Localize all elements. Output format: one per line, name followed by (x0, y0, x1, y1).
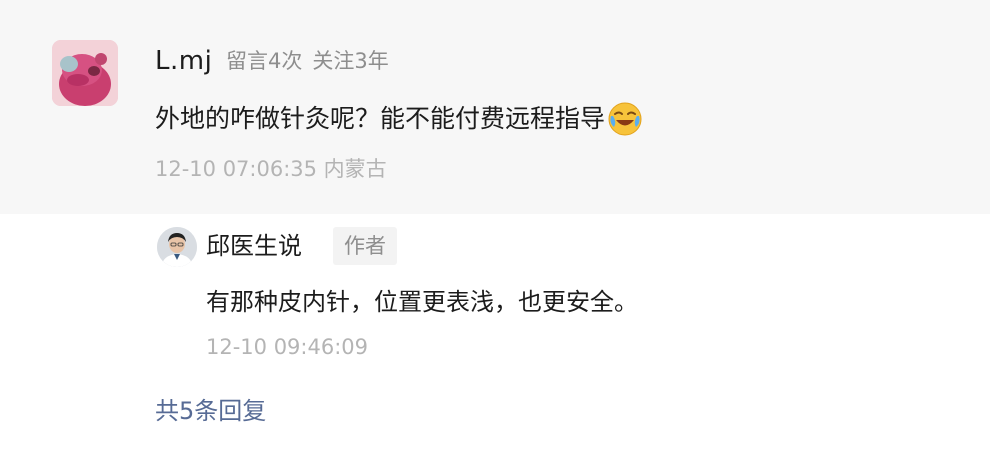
comment-count-label: 留言4次 (226, 49, 303, 73)
author-avatar[interactable] (157, 227, 197, 267)
reply-timestamp: 12-10 09:46:09 (206, 335, 369, 359)
commenter-username[interactable]: L.mj (155, 44, 212, 78)
follow-duration-label: 关注3年 (312, 49, 389, 73)
comment-card: L.mj 留言4次 关注3年 外地的咋做针灸呢？能不能付费远程指导 12-10 0… (0, 0, 990, 214)
reply-text: 有那种皮内针，位置更表浅，也更安全。 (206, 288, 638, 316)
author-name[interactable]: 邱医生说 (206, 228, 302, 264)
comment-body: 外地的咋做针灸呢？能不能付费远程指导 (155, 104, 606, 133)
comment-text: 外地的咋做针灸呢？能不能付费远程指导 (155, 100, 643, 138)
commenter-avatar[interactable] (52, 40, 118, 106)
author-badge: 作者 (333, 227, 397, 265)
view-all-replies-link[interactable]: 共5条回复 (155, 393, 266, 429)
face-with-tears-of-joy-icon (607, 101, 643, 137)
commenter-meta: 留言4次 关注3年 (226, 47, 389, 75)
comment-timestamp-location: 12-10 07:06:35 内蒙古 (155, 157, 387, 181)
